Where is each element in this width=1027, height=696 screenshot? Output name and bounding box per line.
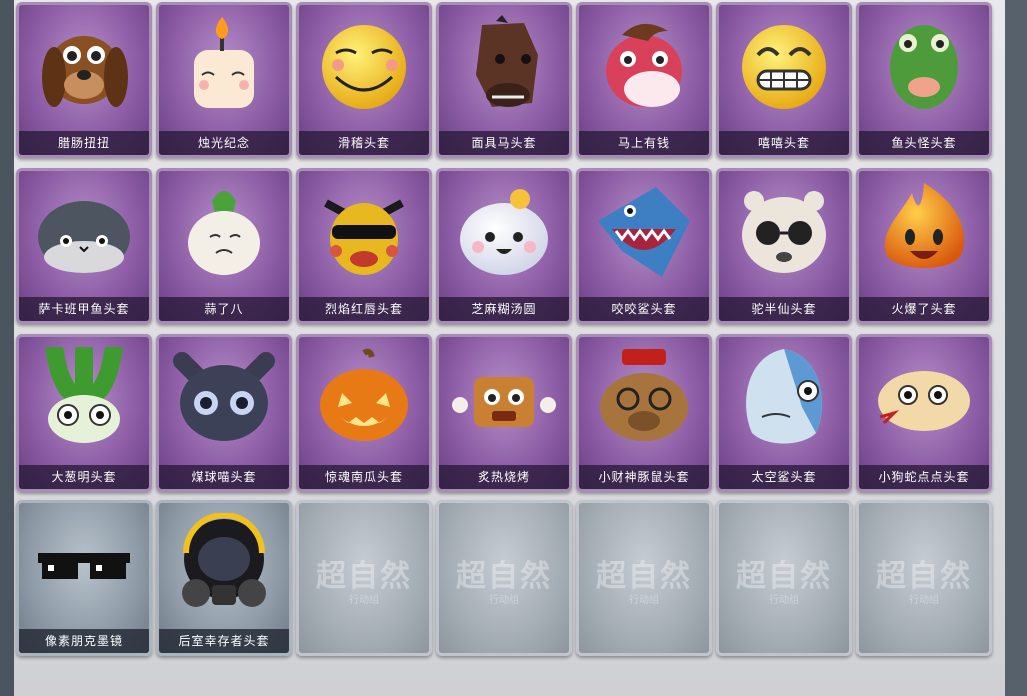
alpaca-head-icon <box>742 191 826 273</box>
headgear-name: 腊肠扭扭 <box>19 131 149 155</box>
headgear-name: 驼半仙头套 <box>719 297 849 321</box>
headgear-card[interactable]: 马上有钱 <box>576 2 712 158</box>
headgear-name: 火爆了头套 <box>859 297 989 321</box>
funny-face-head-icon <box>322 25 406 109</box>
headgear-card[interactable]: 后室幸存者头套 <box>156 500 292 656</box>
headgear-grid: 腊肠扭扭 烛光纪念 滑稽头套 面具马头套 马上有钱 嘻嘻头套 鱼头怪头套萨卡班甲鱼头套 蒜了八… <box>16 0 1006 696</box>
red-horse-head-icon <box>606 23 682 107</box>
headgear-card[interactable]: 惊魂南瓜头套 <box>296 334 432 492</box>
headgear-name: 后室幸存者头套 <box>159 629 289 653</box>
headgear-name: 鱼头怪头套 <box>859 131 989 155</box>
slot-watermark: 超自然 <box>736 559 832 594</box>
fire-head-icon <box>884 183 965 268</box>
headgear-name: 小狗蛇点点头套 <box>859 465 989 489</box>
headgear-name: 像素朋克墨镜 <box>19 629 149 653</box>
headgear-card[interactable]: 驼半仙头套 <box>716 168 852 324</box>
headgear-name: 烛光纪念 <box>159 131 289 155</box>
slot-watermark-sub: 行动组 <box>769 595 799 606</box>
headgear-card[interactable]: 芝麻糊汤圆 <box>436 168 572 324</box>
headgear-name: 滑稽头套 <box>299 131 429 155</box>
empty-item-slot[interactable]: 超自然 行动组 <box>716 500 852 656</box>
candle-head-icon <box>194 17 254 108</box>
gas-mask-helmet-icon <box>182 513 266 607</box>
slot-watermark: 超自然 <box>316 559 412 594</box>
slot-watermark-sub: 行动组 <box>349 595 379 606</box>
snake-head-icon <box>878 371 970 431</box>
headgear-card[interactable]: 腊肠扭扭 <box>16 2 152 158</box>
headgear-name: 烈焰红唇头套 <box>299 297 429 321</box>
slot-watermark-sub: 行动组 <box>909 595 939 606</box>
dachshund-head-icon <box>42 36 128 107</box>
pumpkin-head-icon <box>320 348 408 441</box>
headgear-name: 小财神豚鼠头套 <box>579 465 709 489</box>
bbq-head-icon <box>452 377 556 427</box>
headgear-name: 马上有钱 <box>579 131 709 155</box>
slot-watermark: 超自然 <box>596 559 692 594</box>
garlic-head-icon <box>188 191 260 275</box>
headgear-name: 咬咬鲨头套 <box>579 297 709 321</box>
headgear-name: 蒜了八 <box>159 297 289 321</box>
left-frame-edge <box>0 0 14 696</box>
fish-head-icon <box>890 25 958 109</box>
headgear-card[interactable]: 滑稽头套 <box>296 2 432 158</box>
headgear-name: 嘻嘻头套 <box>719 131 849 155</box>
headgear-card[interactable]: 鱼头怪头套 <box>856 2 992 158</box>
headgear-card[interactable]: 嘻嘻头套 <box>716 2 852 158</box>
headgear-card[interactable]: 面具马头套 <box>436 2 572 158</box>
headgear-card[interactable]: 煤球喵头套 <box>156 334 292 492</box>
headgear-name: 大葱明头套 <box>19 465 149 489</box>
headgear-card[interactable]: 大葱明头套 <box>16 334 152 492</box>
headgear-name: 芝麻糊汤圆 <box>439 297 569 321</box>
headgear-name: 煤球喵头套 <box>159 465 289 489</box>
empty-item-slot[interactable]: 超自然 行动组 <box>436 500 572 656</box>
headgear-card[interactable]: 烛光纪念 <box>156 2 292 158</box>
shark-head-icon <box>598 187 690 277</box>
headgear-card[interactable]: 像素朋克墨镜 <box>16 500 152 656</box>
headgear-card[interactable]: 火爆了头套 <box>856 168 992 324</box>
empty-item-slot[interactable]: 超自然 行动组 <box>856 500 992 656</box>
right-frame-edge <box>1005 0 1027 696</box>
pikachu-mask-head-icon <box>324 199 404 275</box>
headgear-name: 萨卡班甲鱼头套 <box>19 297 149 321</box>
headgear-card[interactable]: 萨卡班甲鱼头套 <box>16 168 152 324</box>
horse-head-icon <box>476 15 538 107</box>
slot-watermark: 超自然 <box>876 559 972 594</box>
headgear-card[interactable]: 烈焰红唇头套 <box>296 168 432 324</box>
capybara-head-icon <box>600 349 688 441</box>
empty-item-slot[interactable]: 超自然 行动组 <box>296 500 432 656</box>
headgear-card[interactable]: 小狗蛇点点头套 <box>856 334 992 492</box>
slot-watermark: 超自然 <box>456 559 552 594</box>
slot-watermark-sub: 行动组 <box>629 595 659 606</box>
black-cat-head-icon <box>173 352 275 441</box>
headgear-name: 面具马头套 <box>439 131 569 155</box>
headgear-name: 太空鲨头套 <box>719 465 849 489</box>
sacabambaspis-head-icon <box>38 201 130 273</box>
slot-watermark-sub: 行动组 <box>489 595 519 606</box>
space-shark-head-icon <box>746 349 822 444</box>
scallion-head-icon <box>45 347 123 443</box>
headgear-card[interactable]: 蒜了八 <box>156 168 292 324</box>
rice-ball-head-icon <box>460 189 548 275</box>
empty-item-slot[interactable]: 超自然 行动组 <box>576 500 712 656</box>
grin-face-head-icon <box>742 25 826 109</box>
headgear-card[interactable]: 小财神豚鼠头套 <box>576 334 712 492</box>
headgear-name: 惊魂南瓜头套 <box>299 465 429 489</box>
headgear-name: 炙热烧烤 <box>439 465 569 489</box>
pixel-sunglasses-icon <box>38 553 130 579</box>
headgear-card[interactable]: 咬咬鲨头套 <box>576 168 712 324</box>
headgear-card[interactable]: 炙热烧烤 <box>436 334 572 492</box>
headgear-card[interactable]: 太空鲨头套 <box>716 334 852 492</box>
